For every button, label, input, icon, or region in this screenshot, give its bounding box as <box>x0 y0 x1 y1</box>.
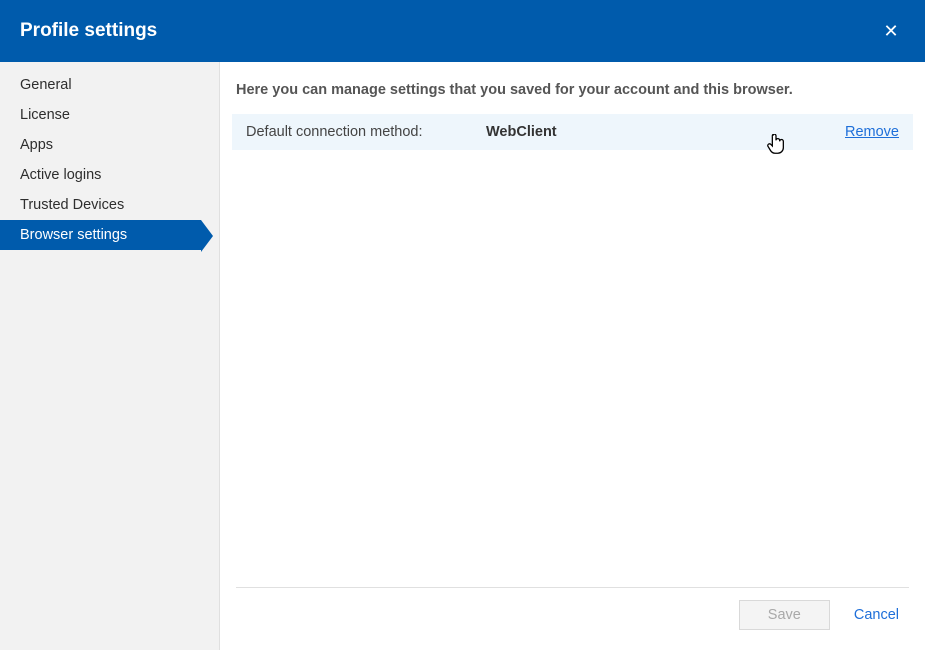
save-button[interactable]: Save <box>739 600 830 630</box>
sidebar-item-general[interactable]: General <box>0 70 219 100</box>
panel-description: Here you can manage settings that you sa… <box>236 82 913 98</box>
sidebar: General License Apps Active logins Trust… <box>0 62 220 650</box>
sidebar-item-label: Browser settings <box>20 227 127 243</box>
sidebar-item-label: License <box>20 107 70 123</box>
sidebar-item-label: Trusted Devices <box>20 197 124 213</box>
sidebar-item-active-logins[interactable]: Active logins <box>0 160 219 190</box>
close-button[interactable]: ✕ <box>877 17 905 45</box>
sidebar-item-browser-settings[interactable]: Browser settings <box>0 220 201 250</box>
dialog-title: Profile settings <box>20 20 157 42</box>
sidebar-item-label: Apps <box>20 137 53 153</box>
close-icon: ✕ <box>883 21 898 42</box>
sidebar-item-apps[interactable]: Apps <box>0 130 219 160</box>
cancel-button[interactable]: Cancel <box>854 607 899 623</box>
sidebar-item-label: General <box>20 77 72 93</box>
sidebar-item-trusted-devices[interactable]: Trusted Devices <box>0 190 219 220</box>
dialog-body: General License Apps Active logins Trust… <box>0 62 925 650</box>
main-panel: Here you can manage settings that you sa… <box>220 62 925 650</box>
dialog-footer: Save Cancel <box>236 587 909 650</box>
dialog-header: Profile settings ✕ <box>0 0 925 62</box>
row-label: Default connection method: <box>246 124 486 140</box>
default-connection-row: Default connection method: WebClient Rem… <box>232 114 913 150</box>
remove-link[interactable]: Remove <box>845 124 899 140</box>
profile-settings-dialog: Profile settings ✕ General License Apps … <box>0 0 925 650</box>
sidebar-item-label: Active logins <box>20 167 101 183</box>
sidebar-item-license[interactable]: License <box>0 100 219 130</box>
row-value: WebClient <box>486 124 666 140</box>
